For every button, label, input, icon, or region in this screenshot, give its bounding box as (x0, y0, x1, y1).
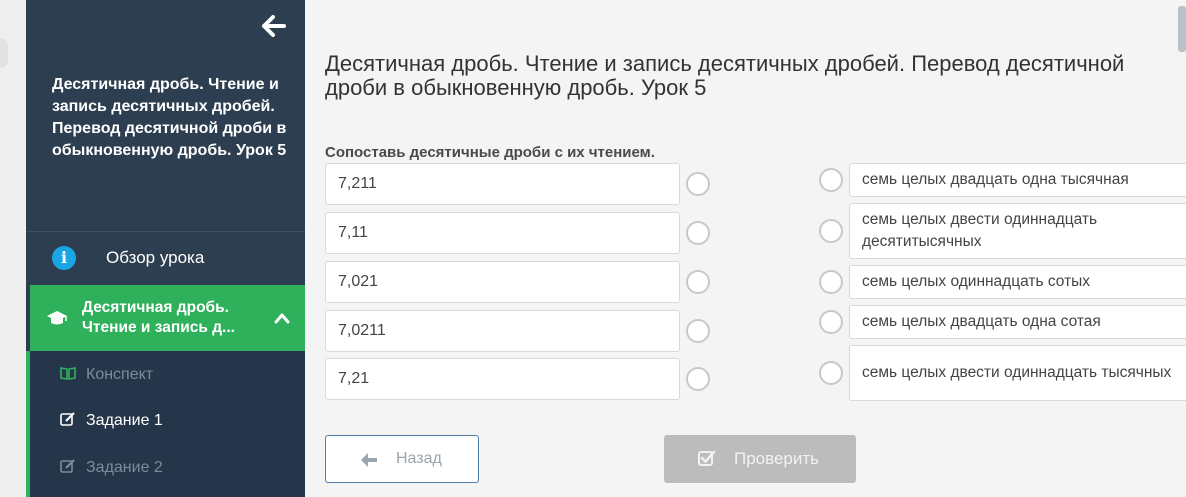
task-instruction: Сопоставь десятичные дроби с их чтением. (325, 144, 655, 161)
book-icon (60, 367, 76, 380)
right-match-item[interactable]: семь целых двести одиннадцать тысячных (849, 345, 1186, 401)
edge-handle (0, 38, 8, 68)
left-connector-radio[interactable] (686, 367, 710, 391)
sidebar-item-overview[interactable]: i Обзор урока (26, 232, 305, 284)
right-match-item[interactable]: семь целых двадцать одна тысячная (849, 163, 1186, 197)
check-button[interactable]: Проверить (664, 435, 856, 483)
sidebar: Десятичная дробь. Чтение и запись десяти… (26, 0, 305, 497)
edit-icon (60, 412, 75, 426)
left-match-item[interactable]: 7,211 (325, 163, 680, 205)
main-content: Десятичная дробь. Чтение и запись десяти… (305, 0, 1186, 497)
sidebar-item-label: Обзор урока (106, 248, 205, 267)
page-title: Десятичная дробь. Чтение и запись десяти… (325, 51, 1125, 100)
back-arrow-icon[interactable] (261, 14, 287, 38)
scrollbar[interactable] (1178, 6, 1186, 52)
left-match-item[interactable]: 7,021 (325, 261, 680, 303)
right-match-item[interactable]: семь целых двадцать одна сотая (849, 305, 1186, 339)
right-connector-radio[interactable] (819, 219, 843, 243)
left-match-item[interactable]: 7,11 (325, 212, 680, 254)
right-connector-radio[interactable] (819, 310, 843, 334)
graduation-cap-icon (47, 311, 67, 325)
right-match-item[interactable]: семь целых одиннадцать сотых (849, 265, 1186, 299)
info-icon: i (52, 246, 76, 270)
right-connector-radio[interactable] (819, 361, 843, 385)
chevron-up-icon[interactable] (273, 311, 291, 325)
sidebar-item-task-1[interactable]: Задание 1 (60, 412, 163, 430)
left-match-item[interactable]: 7,0211 (325, 310, 680, 352)
arrow-left-icon (361, 453, 377, 467)
sidebar-lesson-title: Десятичная дробь. Чтение и запись десяти… (52, 76, 287, 159)
left-edge-strip (0, 0, 26, 497)
submenu-accent-bar (26, 351, 30, 497)
check-button-label: Проверить (734, 449, 820, 468)
left-connector-radio[interactable] (686, 221, 710, 245)
sidebar-item-active-lesson[interactable]: Десятичная дробь. Чтение и запись д... (30, 285, 305, 351)
left-connector-radio[interactable] (686, 270, 710, 294)
sidebar-item-task-2[interactable]: Задание 2 (60, 459, 163, 477)
back-button-label: Назад (396, 450, 442, 467)
checkbox-icon (698, 450, 716, 466)
left-match-item[interactable]: 7,21 (325, 358, 680, 400)
right-connector-radio[interactable] (819, 168, 843, 192)
left-connector-radio[interactable] (686, 319, 710, 343)
edit-icon (60, 459, 75, 473)
sidebar-item-label: Десятичная дробь. Чтение и запись д... (82, 299, 235, 336)
right-match-item[interactable]: семь целых двести одиннадцать десятитыся… (849, 203, 1186, 259)
back-button[interactable]: Назад (325, 435, 479, 483)
sidebar-item-konspekt[interactable]: Конспект (60, 366, 153, 384)
left-connector-radio[interactable] (686, 172, 710, 196)
right-connector-radio[interactable] (819, 270, 843, 294)
